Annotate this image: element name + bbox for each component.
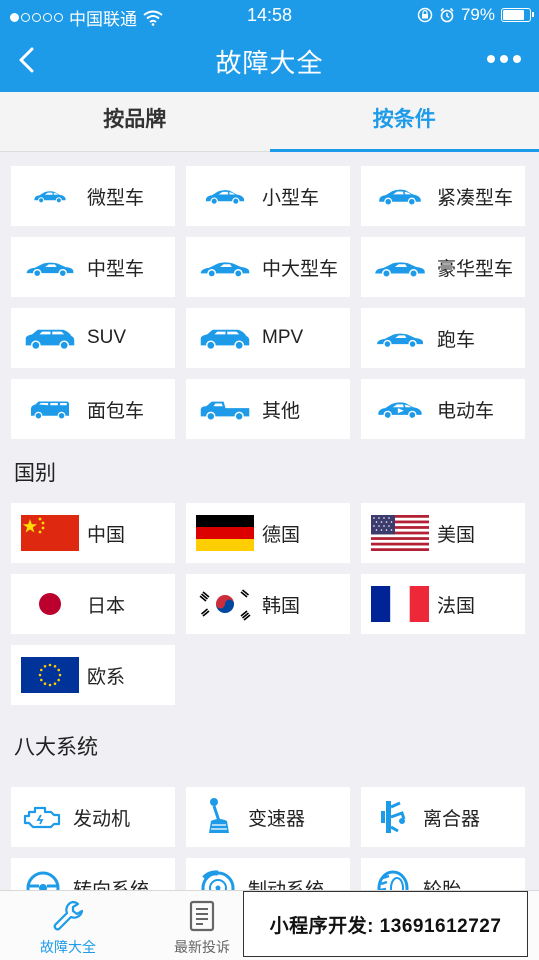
eu-flag-icon [21,657,79,693]
luxury-car-icon [374,261,426,279]
content-scroll[interactable]: 微型车 小型车 紧凑型车 中型车 中大型车 豪华型车 SUV MPV 跑车 面包… [0,152,539,890]
pickup-truck-icon [200,400,250,421]
electric-car-icon [377,401,423,420]
item-label: 跑车 [437,329,476,351]
item-label: 日本 [87,595,126,617]
wrench-icon [53,900,84,931]
list-item-van[interactable]: 面包车 [11,379,175,439]
item-label: 转向系统 [73,879,150,891]
tab-by-brand[interactable]: 按品牌 [0,92,270,151]
item-label: 制动系统 [248,879,325,891]
midsize-car-icon [25,261,75,278]
usa-flag-icon [371,515,429,551]
vehicle-type-grid: 微型车 小型车 紧凑型车 中型车 中大型车 豪华型车 SUV MPV 跑车 面包… [0,152,539,445]
large-car-icon [200,261,250,278]
tab-by-condition[interactable]: 按条件 [269,92,539,152]
tire-icon [377,870,409,890]
list-item-micro-car[interactable]: 微型车 [11,166,175,226]
suv-icon [25,329,75,351]
item-label: 轮胎 [423,879,462,891]
list-item-small-car[interactable]: 小型车 [186,166,350,226]
item-label: 豪华型车 [437,258,514,280]
list-item-clutch[interactable]: 离合器 [361,787,525,847]
status-bar: 中国联通 14:58 79% [0,0,539,30]
germany-flag-icon [196,515,254,551]
list-item-mpv[interactable]: MPV [186,308,350,368]
compact-car-icon [378,189,422,206]
france-flag-icon [371,586,429,622]
page-title: 故障大全 [215,48,324,78]
item-label: 微型车 [87,187,145,209]
small-car-icon [205,189,245,205]
item-label: 其他 [262,400,301,422]
bottom-tab-label: 最新投诉 [174,939,230,955]
china-flag-icon [21,515,79,551]
mpv-icon [200,329,250,351]
brake-disc-icon [201,870,235,890]
clutch-icon [381,801,406,833]
more-menu-icon[interactable] [487,55,521,63]
battery-percent: 79% [460,5,495,24]
list-item-korea[interactable]: 韩国 [186,574,350,634]
item-label: 美国 [437,524,476,546]
japan-flag-icon [21,586,79,622]
nav-bar: 故障大全 [0,30,539,92]
item-label: 电动车 [437,400,495,422]
item-label: 离合器 [423,808,481,830]
korea-flag-icon [196,586,254,622]
list-item-usa[interactable]: 美国 [361,503,525,563]
bottom-tab-faults[interactable]: 故障大全 [18,899,118,957]
item-label: 欧系 [87,666,126,688]
list-item-other[interactable]: 其他 [186,379,350,439]
item-label: 中型车 [87,258,145,280]
van-icon [30,400,70,420]
list-item-midsize-car[interactable]: 中型车 [11,237,175,297]
bottom-tab-complaints[interactable]: 最新投诉 [152,899,252,957]
list-item-japan[interactable]: 日本 [11,574,175,634]
item-label: SUV [87,327,127,348]
document-icon [189,900,215,932]
item-label: 面包车 [87,400,145,422]
engine-icon [23,806,61,829]
item-label: 德国 [262,524,301,546]
item-label: 中国 [87,524,126,546]
list-item-france[interactable]: 法国 [361,574,525,634]
micro-car-icon [33,190,67,204]
alarm-icon [440,7,454,23]
list-item-luxury-car[interactable]: 豪华型车 [361,237,525,297]
list-item-china[interactable]: 中国 [11,503,175,563]
sports-car-icon [376,332,424,349]
rotation-lock-icon [417,7,433,23]
section-title-systems: 八大系统 [0,719,539,777]
country-grid: 中国 德国 美国 日本 韩国 法国 欧系 [0,503,539,711]
list-item-sports-car[interactable]: 跑车 [361,308,525,368]
item-label: 小型车 [262,187,320,209]
item-label: MPV [262,327,304,348]
item-label: 发动机 [73,808,131,830]
list-item-germany[interactable]: 德国 [186,503,350,563]
promo-banner: 小程序开发: 13691612727 [243,891,528,957]
list-item-steering[interactable]: 转向系统 [11,858,175,890]
steering-wheel-icon [26,871,60,890]
list-item-engine[interactable]: 发动机 [11,787,175,847]
section-title-country: 国别 [0,445,539,503]
battery-icon [501,8,534,22]
systems-grid: 发动机 变速器 离合器 转向系统 制动系统 轮胎 [0,777,539,890]
item-label: 紧凑型车 [437,187,514,209]
filter-tabs: 按品牌 按条件 [0,92,539,152]
list-item-brakes[interactable]: 制动系统 [186,858,350,890]
list-item-electric-car[interactable]: 电动车 [361,379,525,439]
list-item-tires[interactable]: 轮胎 [361,858,525,890]
item-label: 法国 [437,595,476,617]
item-label: 韩国 [262,595,301,617]
list-item-transmission[interactable]: 变速器 [186,787,350,847]
list-item-europe[interactable]: 欧系 [11,645,175,705]
item-label: 变速器 [248,808,306,830]
list-item-suv[interactable]: SUV [11,308,175,368]
list-item-large-car[interactable]: 中大型车 [186,237,350,297]
list-item-compact-car[interactable]: 紧凑型车 [361,166,525,226]
item-label: 中大型车 [262,258,339,280]
gear-shift-icon [209,798,229,833]
bottom-tab-label: 故障大全 [40,939,96,955]
